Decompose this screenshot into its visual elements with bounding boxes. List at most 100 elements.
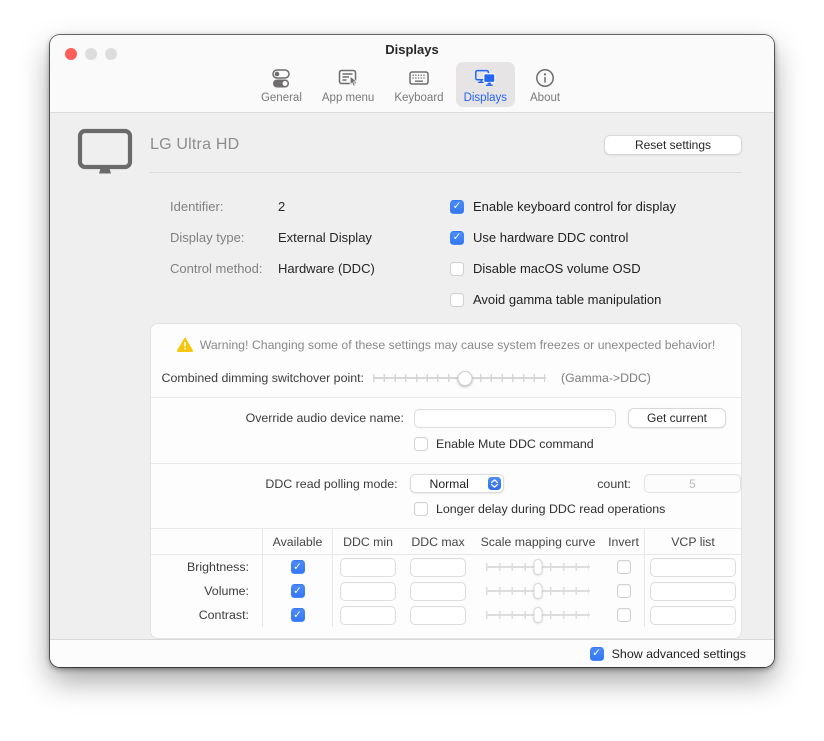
table-row-label: Volume: (151, 579, 263, 603)
option-label: Avoid gamma table manipulation (473, 292, 661, 307)
table-cell (333, 603, 403, 627)
table-cell (603, 579, 645, 603)
ddc-max-input[interactable] (410, 606, 466, 625)
polling-mode-select[interactable]: Normal (410, 474, 505, 493)
slider-handle[interactable] (534, 607, 543, 623)
keyboard-control-checkbox[interactable] (450, 200, 464, 214)
available-checkbox[interactable] (291, 584, 305, 598)
tab-keyboard[interactable]: Keyboard (386, 62, 451, 107)
option-label: Enable keyboard control for display (473, 199, 676, 214)
info-value: External Display (278, 230, 372, 245)
ddc-min-input[interactable] (340, 582, 396, 601)
disable-osd-checkbox[interactable] (450, 262, 464, 276)
count-label: count: (597, 477, 631, 491)
curve-slider[interactable] (486, 558, 590, 576)
display-name: LG Ultra HD (150, 136, 239, 154)
ddc-min-input[interactable] (340, 606, 396, 625)
warning-text: Warning! Changing some of these settings… (200, 338, 716, 352)
audio-name-input[interactable] (414, 409, 616, 428)
option-row: Disable macOS volume OSD (450, 253, 742, 284)
dimming-slider[interactable] (373, 369, 546, 387)
table-header-invert: Invert (603, 529, 645, 555)
delay-row: Longer delay during DDC read operations (414, 500, 741, 518)
tab-displays[interactable]: Displays (456, 62, 515, 107)
table-row-label: Brightness: (151, 555, 263, 579)
ddc-min-input[interactable] (340, 558, 396, 577)
table-cell (333, 579, 403, 603)
get-current-button[interactable]: Get current (628, 408, 726, 428)
polling-label: DDC read polling mode: (151, 477, 398, 491)
display-options-list: Enable keyboard control for display Use … (450, 191, 742, 315)
mute-label: Enable Mute DDC command (436, 437, 594, 451)
table-cell (403, 579, 473, 603)
tab-label: General (261, 92, 302, 104)
window-header: Displays General (50, 35, 774, 113)
available-checkbox[interactable] (291, 608, 305, 622)
ddc-max-input[interactable] (410, 558, 466, 577)
slider-handle[interactable] (534, 559, 543, 575)
mute-ddc-checkbox[interactable] (414, 437, 428, 451)
vcp-list-input[interactable] (650, 558, 736, 577)
avoid-gamma-checkbox[interactable] (450, 293, 464, 307)
slider-handle[interactable] (534, 583, 543, 599)
updown-chevrons-icon (488, 477, 501, 490)
divider (150, 172, 742, 173)
invert-checkbox[interactable] (617, 584, 631, 598)
keyboard-icon (407, 66, 431, 90)
warning-icon (177, 337, 193, 352)
window-title: Displays (50, 42, 774, 57)
option-row: Avoid gamma table manipulation (450, 284, 742, 315)
tab-general[interactable]: General (253, 62, 310, 107)
reset-settings-button[interactable]: Reset settings (604, 135, 742, 155)
controls-table: Available DDC min DDC max Scale mapping … (151, 529, 741, 627)
table-header-ddc-min: DDC min (333, 529, 403, 555)
info-label: Display type: (170, 230, 278, 245)
invert-checkbox[interactable] (617, 560, 631, 574)
display-info-list: Identifier: 2 Display type: External Dis… (170, 191, 450, 315)
tab-label: About (530, 92, 560, 104)
show-advanced-label: Show advanced settings (612, 647, 746, 661)
available-checkbox[interactable] (291, 560, 305, 574)
curve-slider[interactable] (486, 606, 590, 624)
table-cell (263, 603, 333, 627)
mute-row: Enable Mute DDC command (414, 435, 741, 453)
audio-label: Override audio device name: (151, 411, 404, 425)
info-value: Hardware (DDC) (278, 261, 375, 276)
monitor-icon (76, 128, 134, 178)
displays-window: Displays General (50, 35, 774, 667)
table-cell (603, 555, 645, 579)
table-header-blank (151, 529, 263, 555)
longer-delay-checkbox[interactable] (414, 502, 428, 516)
show-advanced-checkbox[interactable] (590, 647, 604, 661)
table-header-available: Available (263, 529, 333, 555)
table-cell (645, 555, 741, 579)
count-input[interactable] (644, 474, 741, 493)
dimming-label: Combined dimming switchover point: (151, 371, 364, 385)
table-header-vcp: VCP list (645, 529, 741, 555)
audio-block: Override audio device name: Get current … (151, 398, 741, 463)
tab-about[interactable]: About (519, 62, 571, 107)
curve-slider[interactable] (486, 582, 590, 600)
table-cell (403, 555, 473, 579)
hardware-ddc-checkbox[interactable] (450, 231, 464, 245)
invert-checkbox[interactable] (617, 608, 631, 622)
table-cell (263, 579, 333, 603)
vcp-list-input[interactable] (650, 582, 736, 601)
info-row: Display type: External Display (170, 222, 450, 253)
table-header-curve: Scale mapping curve (473, 529, 603, 555)
preferences-toolbar: General App menu (50, 62, 774, 107)
polling-row: DDC read polling mode: Normal count: (151, 474, 741, 493)
advanced-settings-panel: Warning! Changing some of these settings… (150, 323, 742, 639)
warning-row: Warning! Changing some of these settings… (151, 324, 741, 359)
tab-app-menu[interactable]: App menu (314, 62, 382, 107)
table-cell (473, 579, 603, 603)
slider-handle[interactable] (457, 371, 472, 386)
ddc-max-input[interactable] (410, 582, 466, 601)
vcp-list-input[interactable] (650, 606, 736, 625)
option-label: Disable macOS volume OSD (473, 261, 641, 276)
table-cell (603, 603, 645, 627)
info-icon (533, 66, 557, 90)
table-cell (333, 555, 403, 579)
info-row: Control method: Hardware (DDC) (170, 253, 450, 284)
table-cell (403, 603, 473, 627)
